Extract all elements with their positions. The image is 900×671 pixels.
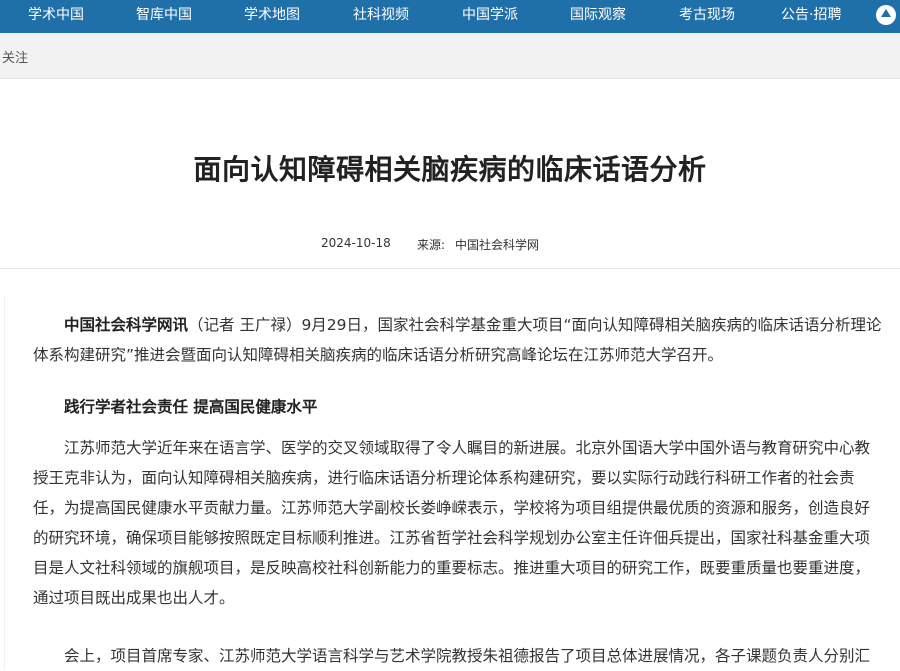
article-paragraph: 江苏师范大学近年来在语言学、医学的交叉领域取得了令人瞩目的新进展。北京外国语大学… [33,433,885,613]
publish-date: 2024-10-18 [321,236,391,250]
nav-item-xueshu-zhongguo[interactable]: 学术中国 [28,0,84,33]
source-label: 来源: [417,238,446,252]
nav-item-gonggao-zhaopin[interactable]: 公告·招聘 [781,0,841,33]
nav-item-kaogu-xianchang[interactable]: 考古现场 [679,0,735,33]
paragraph-text: 江苏师范大学近年来在语言学、医学的交叉领域取得了令人瞩目的新进展。北京外国语大学… [33,439,871,607]
section-heading: 践行学者社会责任 提高国民健康水平 [64,398,318,416]
breadcrumb: 关注 [0,33,900,79]
article-title: 面向认知障碍相关脑疾病的临床话语分析 [193,153,707,186]
breadcrumb-item[interactable]: 关注 [2,47,28,66]
content-border [4,296,5,669]
top-navigation: 学术中国 智库中国 学术地图 社科视频 中国学派 国际观察 考古现场 公告·招聘 [0,0,900,33]
paragraph-text: 会上，项目首席专家、江苏师范大学语言科学与艺术学院教授朱祖德报告了项目总体进展情… [64,647,871,665]
arrow-up-icon[interactable] [876,5,896,25]
article-paragraph-intro: 中国社会科学网讯（记者 王广禄）9月29日，国家社会科学基金重大项目“面向认知障… [33,310,885,370]
divider [0,268,900,269]
nav-item-xueshu-ditu[interactable]: 学术地图 [244,0,300,33]
nav-item-guoji-guancha[interactable]: 国际观察 [570,0,626,33]
dateline: 中国社会科学网讯 [64,316,189,334]
source-name: 中国社会科学网 [455,238,540,252]
article-paragraph: 会上，项目首席专家、江苏师范大学语言科学与艺术学院教授朱祖德报告了项目总体进展情… [33,641,885,671]
nav-item-zhongguo-xuepai[interactable]: 中国学派 [462,0,518,33]
nav-item-zhiku-zhongguo[interactable]: 智库中国 [136,0,192,33]
nav-item-sheke-shipin[interactable]: 社科视频 [353,0,409,33]
